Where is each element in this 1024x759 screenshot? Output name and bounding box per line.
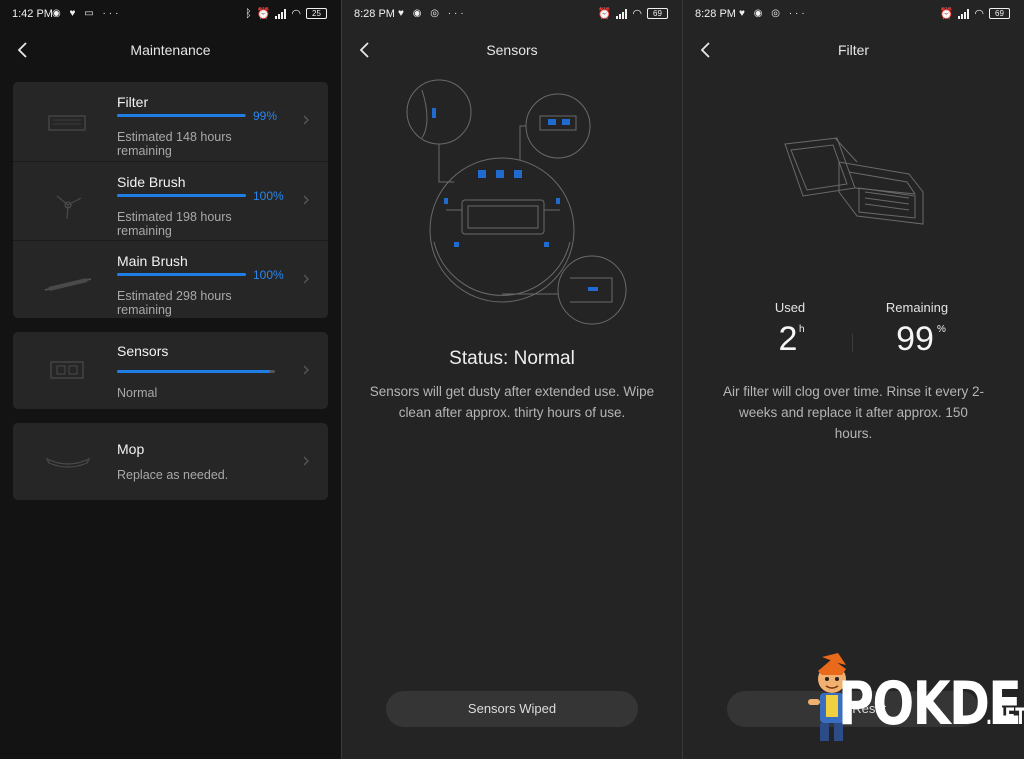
remaining-text: Estimated 148 hours remaining [117, 130, 232, 158]
side-brush-icon [56, 195, 82, 220]
filter-illustration [784, 137, 924, 225]
chevron-right-icon [303, 195, 309, 205]
mop-note: Replace as needed. [117, 468, 229, 482]
alarm-icon: ⏰ [597, 8, 612, 20]
sensor-status: Normal [117, 386, 158, 400]
page-title: Filter [837, 42, 870, 58]
maintenance-screen: 1:42 PM ◉ ♥ ▭ ··· ᛒ ⏰ ◠ 25 Maintenance F… [0, 0, 341, 759]
bluetooth-icon: ᛒ [245, 7, 252, 20]
system-icons: ⏰ ◠ 69 [940, 7, 1010, 20]
item-name: Filter [117, 94, 149, 110]
remaining-text: Estimated 198 hours remaining [117, 210, 232, 238]
item-name: Side Brush [117, 174, 186, 190]
side-brush-item[interactable]: Side Brush 100% Estimated 198 hours rema… [13, 161, 328, 240]
mop-icon [45, 457, 91, 468]
status-time: 8:28 PM [695, 8, 736, 20]
sensors-wiped-button[interactable]: Sensors Wiped [386, 691, 638, 727]
chevron-right-icon [303, 274, 309, 284]
chevron-right-icon [303, 456, 309, 466]
life-percent: 99% [253, 109, 278, 123]
notification-icons: ◉ ♥ ▭ ··· [52, 8, 122, 19]
item-name: Sensors [117, 343, 169, 359]
filter-icon [48, 115, 86, 131]
remaining-value: 99 [896, 320, 934, 358]
status-bar: 8:28 PM ♥ ◉ ◎ ··· ⏰ ◠ 69 [683, 0, 1024, 30]
sensor-status-title: Status: Normal [449, 348, 575, 369]
chevron-right-icon [303, 115, 309, 125]
wifi-icon: ◠ [291, 8, 301, 20]
main-brush-icon [44, 278, 92, 291]
remaining-label: Remaining [885, 300, 949, 315]
status-bar: 8:28 PM ♥ ◉ ◎ ··· ⏰ ◠ 69 [342, 0, 682, 30]
header: Sensors [342, 34, 682, 66]
life-bar [117, 273, 246, 276]
wifi-icon: ◠ [632, 8, 642, 20]
sensors-item[interactable]: Sensors Normal [13, 332, 328, 409]
used-label: Used [774, 300, 806, 315]
wifi-icon: ◠ [974, 8, 984, 20]
alarm-icon: ⏰ [256, 8, 271, 20]
status-time: 8:28 PM [354, 8, 395, 20]
header: Filter [683, 34, 1024, 66]
battery-icon: 25 [306, 8, 327, 19]
filter-description: Air filter will clog over time. Rinse it… [722, 384, 985, 441]
item-name: Main Brush [117, 253, 188, 269]
page-title: Maintenance [130, 42, 211, 58]
signal-icon [958, 8, 970, 19]
notification-icons: ♥ ◉ ◎ ··· [739, 8, 808, 19]
life-bar-fill [117, 273, 246, 276]
filter-screen: 8:28 PM ♥ ◉ ◎ ··· ⏰ ◠ 69 Filter Used 2 h… [683, 0, 1024, 759]
sensor-icon [50, 361, 84, 379]
battery-icon: 69 [989, 8, 1010, 19]
watermark-suffix: .NET [986, 705, 1024, 730]
stat-separator [852, 334, 853, 352]
status-time: 1:42 PM [12, 8, 53, 20]
pokde-watermark: POKDE .NET [798, 651, 1024, 751]
chevron-right-icon [303, 365, 309, 375]
system-icons: ᛒ ⏰ ◠ 25 [245, 7, 327, 20]
main-brush-item[interactable]: Main Brush 100% Estimated 298 hours rema… [13, 240, 328, 319]
alarm-icon: ⏰ [939, 8, 954, 20]
system-icons: ⏰ ◠ 69 [598, 7, 668, 20]
remaining-text: Estimated 298 hours remaining [117, 289, 232, 317]
life-percent: 100% [253, 189, 284, 203]
remaining-unit: % [937, 324, 946, 335]
consumables-card: Filter 99% Estimated 148 hours remaining… [13, 82, 328, 318]
sensors-screen: 8:28 PM ♥ ◉ ◎ ··· ⏰ ◠ 69 Sensors Status:… [342, 0, 682, 759]
page-title: Sensors [486, 42, 538, 58]
life-percent: 100% [253, 268, 284, 282]
signal-icon [275, 8, 287, 19]
life-bar [117, 114, 246, 117]
status-bar: 1:42 PM ◉ ♥ ▭ ··· ᛒ ⏰ ◠ 25 [0, 0, 341, 30]
header: Maintenance [0, 34, 341, 66]
used-unit: h [799, 324, 805, 335]
notification-icons: ♥ ◉ ◎ ··· [398, 8, 467, 19]
sensor-description: Sensors will get dusty after extended us… [369, 384, 655, 420]
life-bar-fill [117, 114, 245, 117]
battery-icon: 69 [647, 8, 668, 19]
life-bar [117, 370, 275, 373]
robot-sensor-diagram [406, 79, 627, 325]
item-name: Mop [117, 441, 145, 457]
filter-item[interactable]: Filter 99% Estimated 148 hours remaining [13, 82, 328, 161]
signal-icon [616, 8, 628, 19]
mop-item[interactable]: Mop Replace as needed. [13, 423, 328, 500]
life-bar-fill [117, 370, 271, 373]
life-bar [117, 194, 246, 197]
life-bar-fill [117, 194, 246, 197]
